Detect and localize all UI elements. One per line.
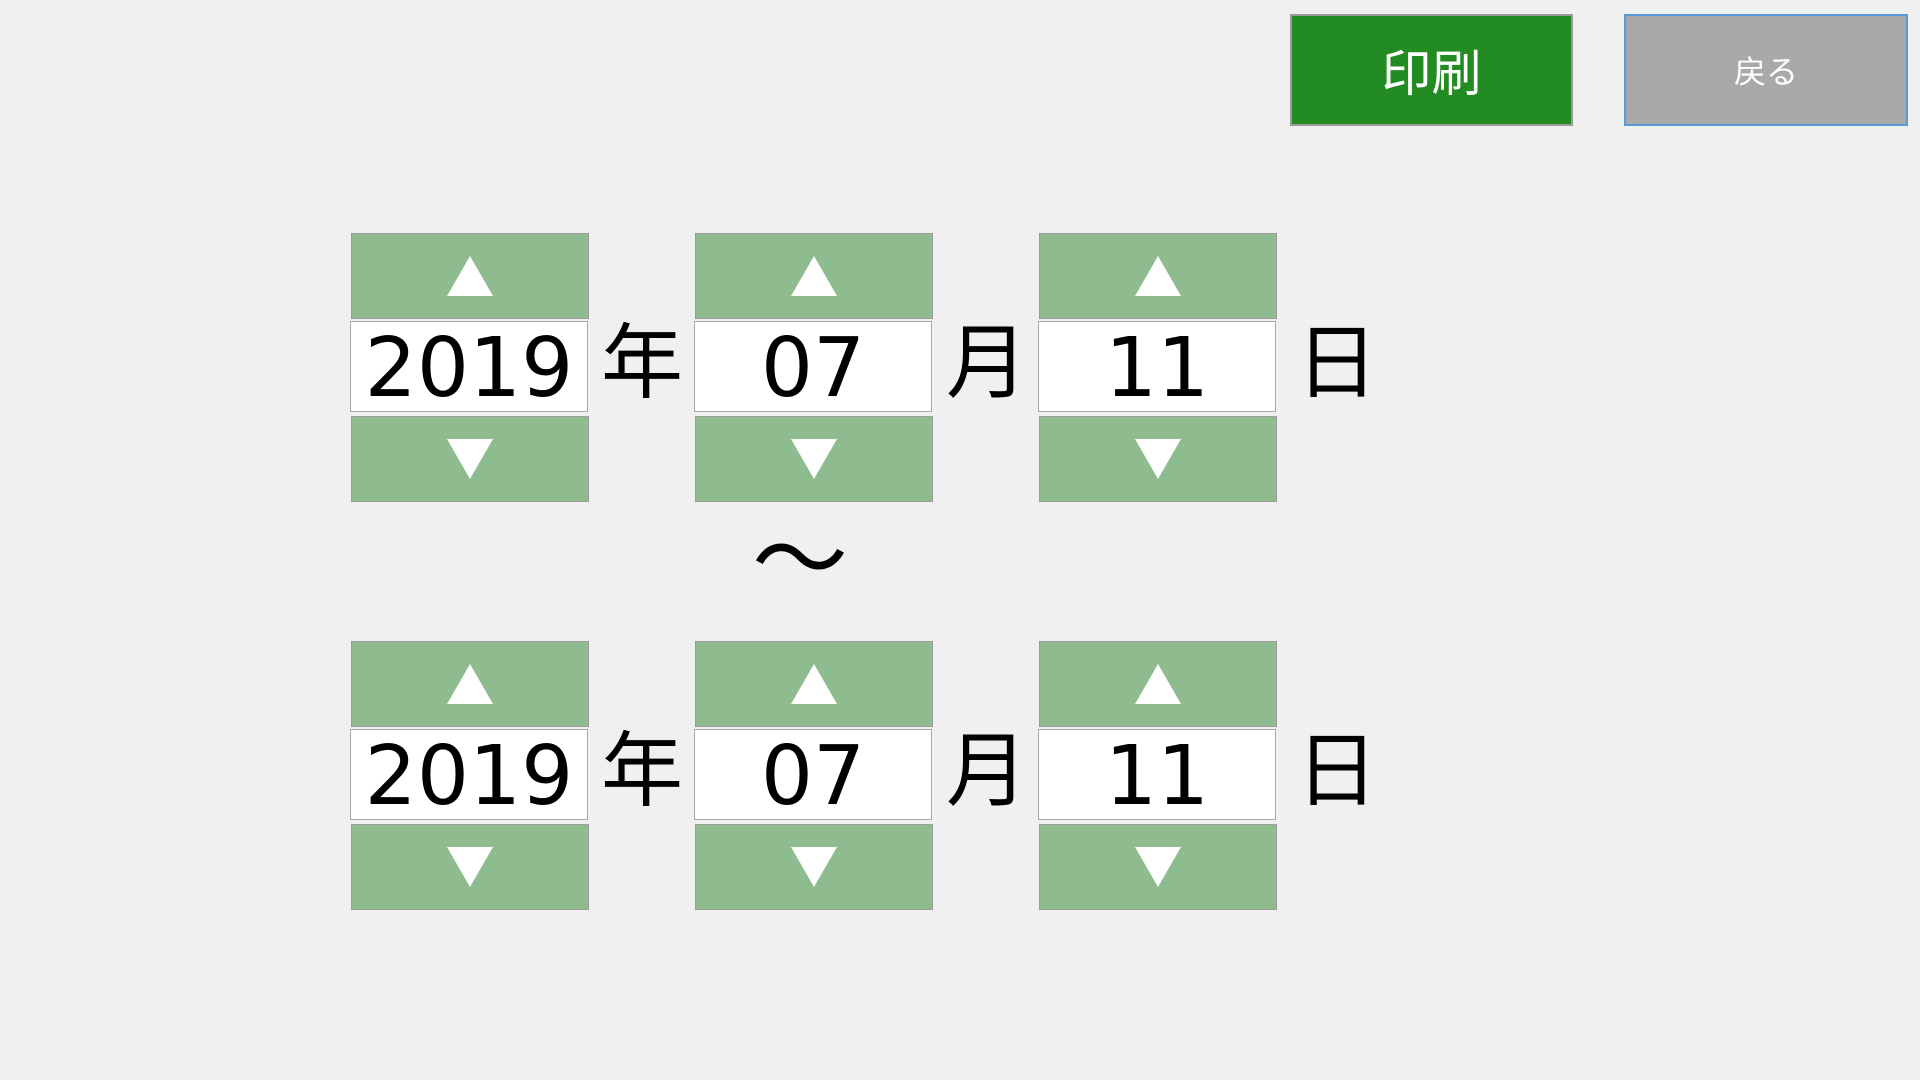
- to-year-decrement-button[interactable]: [351, 824, 589, 910]
- from-month-unit-label: 月: [946, 316, 1029, 411]
- triangle-down-icon: [791, 439, 837, 479]
- to-day-increment-button[interactable]: [1039, 641, 1277, 727]
- print-button[interactable]: 印刷: [1290, 14, 1573, 126]
- to-day-decrement-button[interactable]: [1039, 824, 1277, 910]
- triangle-up-icon: [1135, 664, 1181, 704]
- to-month-decrement-button[interactable]: [695, 824, 933, 910]
- back-button[interactable]: 戻る: [1624, 14, 1908, 126]
- to-year-increment-button[interactable]: [351, 641, 589, 727]
- to-year-field[interactable]: 2019: [350, 729, 588, 824]
- from-day-increment-button[interactable]: [1039, 233, 1277, 319]
- from-year-increment-button[interactable]: [351, 233, 589, 319]
- triangle-down-icon: [447, 439, 493, 479]
- from-month-field[interactable]: 07: [694, 321, 932, 416]
- triangle-up-icon: [791, 256, 837, 296]
- from-year-unit-label: 年: [601, 316, 684, 411]
- from-month-increment-button[interactable]: [695, 233, 933, 319]
- to-month-spinner: 07: [694, 641, 934, 910]
- from-day-unit-label: 日: [1296, 316, 1379, 411]
- from-day-decrement-button[interactable]: [1039, 416, 1277, 502]
- triangle-up-icon: [791, 664, 837, 704]
- triangle-up-icon: [447, 256, 493, 296]
- from-month-spinner: 07: [694, 233, 934, 502]
- from-day-spinner: 11: [1038, 233, 1278, 502]
- to-day-field[interactable]: 11: [1038, 729, 1276, 824]
- triangle-up-icon: [447, 664, 493, 704]
- from-year-spinner: 2019: [350, 233, 590, 502]
- from-month-decrement-button[interactable]: [695, 416, 933, 502]
- range-separator: ～: [752, 504, 848, 616]
- triangle-down-icon: [1135, 439, 1181, 479]
- triangle-down-icon: [1135, 847, 1181, 887]
- from-year-field[interactable]: 2019: [350, 321, 588, 416]
- to-year-spinner: 2019: [350, 641, 590, 910]
- to-month-unit-label: 月: [946, 724, 1029, 819]
- to-month-increment-button[interactable]: [695, 641, 933, 727]
- to-year-unit-label: 年: [601, 724, 684, 819]
- from-year-decrement-button[interactable]: [351, 416, 589, 502]
- triangle-down-icon: [447, 847, 493, 887]
- to-day-spinner: 11: [1038, 641, 1278, 910]
- to-day-unit-label: 日: [1296, 724, 1379, 819]
- from-day-field[interactable]: 11: [1038, 321, 1276, 416]
- to-month-field[interactable]: 07: [694, 729, 932, 824]
- triangle-down-icon: [791, 847, 837, 887]
- triangle-up-icon: [1135, 256, 1181, 296]
